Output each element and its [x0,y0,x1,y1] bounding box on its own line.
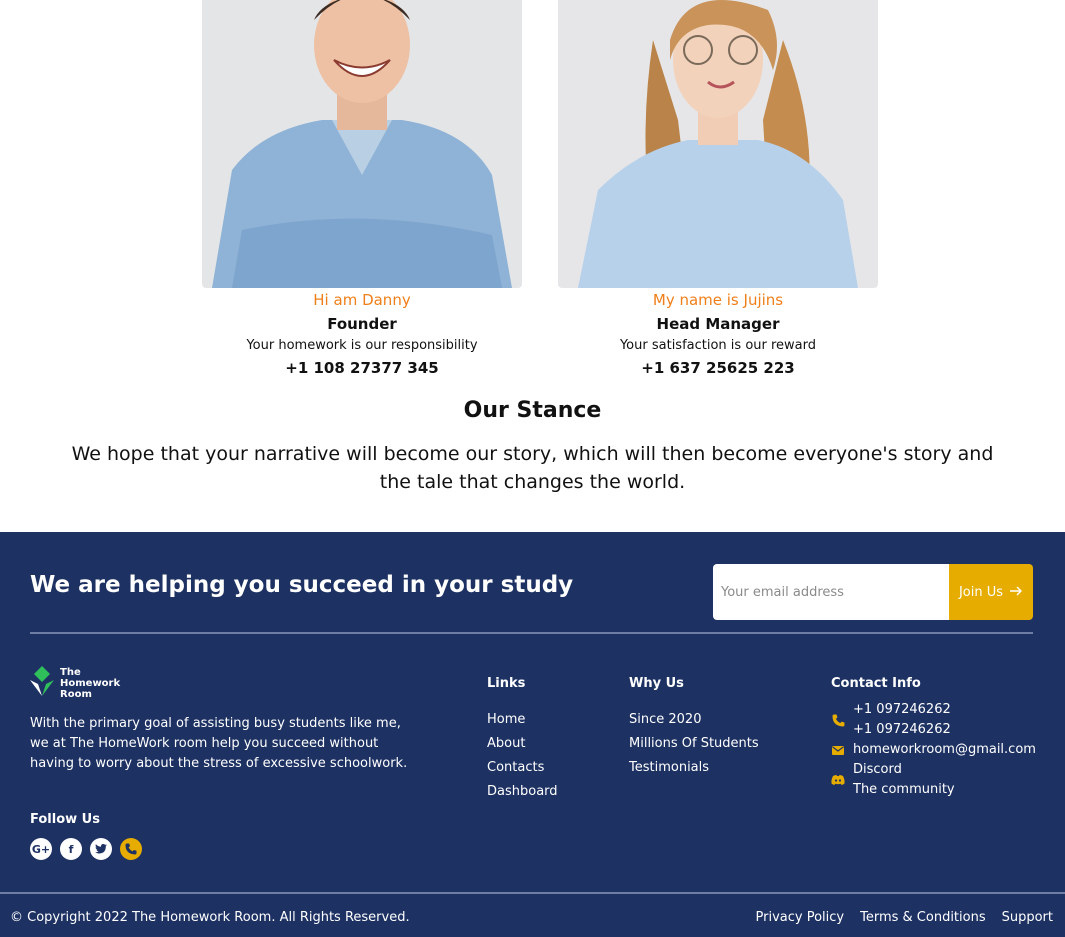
footer-link-dashboard[interactable]: Dashboard [487,780,558,804]
team-phone: +1 637 25625 223 [641,359,795,377]
jujins-photo [558,0,878,288]
danny-photo [202,0,522,288]
logo-line: Homework [60,677,121,689]
logo-mark-icon [30,666,54,700]
contact-email-row: homeworkroom@gmail.com [831,740,1036,760]
team-greeting: Hi am Danny [313,291,411,309]
contact-discord[interactable]: Discord [853,760,955,780]
join-us-button[interactable]: Join Us [949,564,1033,620]
why-item-since[interactable]: Since 2020 [629,708,759,732]
team-section: Hi am Danny Founder Your homework is our… [0,0,1065,532]
footer-bottom-divider [0,892,1065,894]
team-card-danny: Hi am Danny Founder Your homework is our… [202,0,522,378]
social-links: G+ f [30,838,142,860]
contact-column: Contact Info +1 097246262 +1 097246262 h… [831,676,1036,800]
footer-link-home[interactable]: Home [487,708,558,732]
subscribe-form: Join Us [713,564,1033,620]
logo-line: The [60,666,81,678]
privacy-policy-link[interactable]: Privacy Policy [756,910,845,925]
site-footer: We are helping you succeed in your study… [0,532,1065,937]
stance-text: We hope that your narrative will become … [71,443,994,493]
team-greeting: My name is Jujins [652,291,784,309]
stance-title: Our Stance [463,398,602,423]
terms-conditions-link[interactable]: Terms & Conditions [860,910,986,925]
footer-divider [30,632,1033,634]
twitter-icon[interactable] [90,838,112,860]
contact-phone[interactable]: +1 097246262 [853,700,951,720]
discord-icon [831,760,845,800]
homework-room-logo[interactable]: The Homework Room [30,666,120,700]
email-input[interactable] [713,564,949,620]
team-phone: +1 108 27377 345 [285,359,439,377]
team-card-jujins: My name is Jujins Head Manager Your sati… [558,0,878,378]
contact-email[interactable]: homeworkroom@gmail.com [853,740,1036,760]
arrow-right-icon [1009,585,1023,600]
footer-about-text: With the primary goal of assisting busy … [30,716,408,771]
join-us-label: Join Us [958,584,1004,600]
phone-icon[interactable] [120,838,142,860]
footer-link-contacts[interactable]: Contacts [487,756,558,780]
phone-icon [831,700,845,740]
links-column: Links Home About Contacts Dashboard [487,676,558,804]
team-motto: Your satisfaction is our reward [619,338,817,353]
why-us-column: Why Us Since 2020 Millions Of Students T… [629,676,759,780]
team-role: Founder [327,315,397,333]
copyright-text: © Copyright 2022 The Homework Room. All … [10,910,410,925]
mail-icon [831,740,845,760]
footer-headline: We are helping you succeed in your study [30,572,574,598]
follow-us-title: Follow Us [30,812,100,827]
support-link[interactable]: Support [1002,910,1053,925]
contact-title: Contact Info [831,676,921,691]
google-plus-icon[interactable]: G+ [30,838,52,860]
legal-links: Privacy Policy Terms & Conditions Suppor… [756,910,1054,925]
team-role: Head Manager [656,315,780,333]
contact-phones: +1 097246262 +1 097246262 [831,700,1036,740]
facebook-icon[interactable]: f [60,838,82,860]
why-item-testimonials[interactable]: Testimonials [629,756,759,780]
footer-link-about[interactable]: About [487,732,558,756]
contact-discord-community[interactable]: The community [853,780,955,800]
team-motto: Your homework is our responsibility [246,338,478,353]
why-item-students[interactable]: Millions Of Students [629,732,759,756]
contact-phone[interactable]: +1 097246262 [853,720,951,740]
links-title: Links [487,676,526,691]
why-us-title: Why Us [629,676,684,691]
contact-discord-row: Discord The community [831,760,1036,800]
logo-line: Room [60,688,92,700]
